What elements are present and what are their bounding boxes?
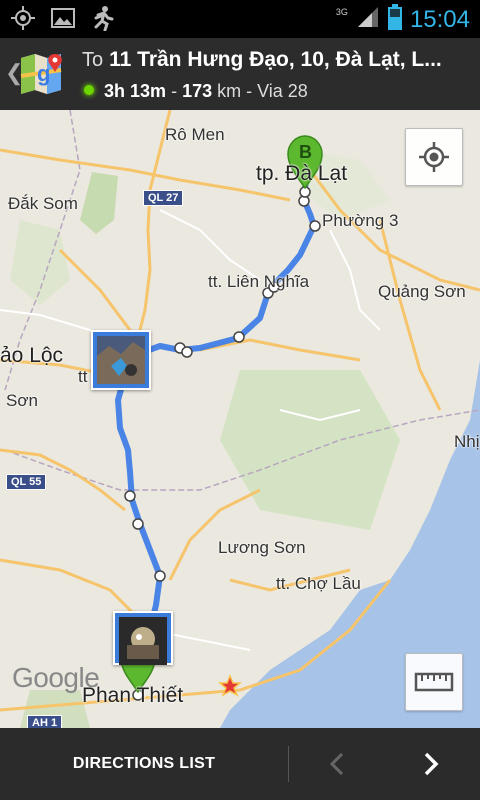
map-label-tp-da-lat: tp. Đà Lạt (256, 162, 348, 185)
my-location-icon (419, 142, 449, 172)
map-label-bao-loc: ảo Lộc (0, 344, 64, 367)
gps-icon (10, 5, 36, 36)
running-man-icon (90, 5, 116, 36)
road-shield-ah1: AH 1 (27, 715, 63, 728)
distance-value: 173 (182, 81, 213, 101)
map-label-tt: tt (78, 367, 88, 386)
route-summary: 3h 13m - 173 km - Via 28 (84, 81, 308, 102)
road-shield-ql27: QL 27 (143, 190, 184, 206)
map-label-ro-men: Rô Men (165, 125, 225, 144)
status-bar: 3G 15:04 (0, 0, 480, 38)
photo-thumbnail-icon (97, 336, 145, 384)
summary-separator: - (166, 81, 183, 101)
directions-header: ❮ g To 11 Trần Hưng Đạo, 10, Đà Lạt, L...… (0, 38, 480, 110)
road-shield-ql55: QL 55 (6, 474, 47, 490)
google-attribution: Google (12, 662, 100, 693)
next-step-button[interactable] (408, 740, 456, 788)
map-label-dak-som: Đắk Som (8, 194, 78, 213)
route-status-dot (84, 85, 94, 96)
image-notification-icon (50, 5, 76, 36)
map-label-son: Sơn (6, 391, 38, 410)
clock: 15:04 (409, 5, 470, 33)
route-via: - Via 28 (241, 81, 308, 101)
to-prefix: To (82, 49, 104, 71)
bottom-navigation-bar: DIRECTIONS LIST (0, 728, 480, 800)
battery-icon (387, 4, 402, 35)
previous-step-button[interactable] (312, 740, 360, 788)
chevron-right-icon (424, 752, 439, 776)
signal-icon (356, 5, 380, 34)
distance-unit: km (212, 81, 242, 101)
map-label-luong-son: Lương Sơn (218, 538, 306, 557)
bottom-bar-divider (288, 746, 289, 782)
network-type: 3G (335, 6, 348, 17)
duration-hours: 3h (104, 81, 126, 101)
map-label-quang-son: Quảng Sơn (378, 282, 466, 301)
destination-line: To 11 Trần Hưng Đạo, 10, Đà Lạt, L... (82, 48, 474, 72)
map-label-cho-lau: tt. Chợ Lầu (276, 574, 361, 593)
map-view[interactable]: B A Rô Men Đắk Som tp. Đà Lạt Phường 3 t… (0, 110, 480, 728)
marker-b-label: B (299, 142, 312, 162)
photo-thumbnail-icon (119, 617, 167, 665)
svg-text:g: g (37, 61, 50, 86)
maps-app-icon[interactable]: g (17, 50, 65, 103)
ruler-icon (414, 672, 454, 692)
duration-minutes: 13m (130, 81, 167, 101)
my-location-button[interactable] (405, 128, 463, 186)
destination-address: 11 Trần Hưng Đạo, 10, Đà Lạt, L... (109, 48, 442, 71)
photo-pin-1[interactable] (91, 330, 151, 390)
map-label-phuong-3: Phường 3 (322, 211, 399, 230)
map-label-nhi: Nhị (454, 432, 480, 451)
map-label-lien-nghia: tt. Liên Nghĩa (208, 272, 310, 291)
chevron-left-icon (329, 752, 344, 776)
measure-distance-button[interactable] (405, 653, 463, 711)
photo-pin-2[interactable] (113, 611, 173, 665)
directions-list-button[interactable]: DIRECTIONS LIST (0, 728, 288, 800)
